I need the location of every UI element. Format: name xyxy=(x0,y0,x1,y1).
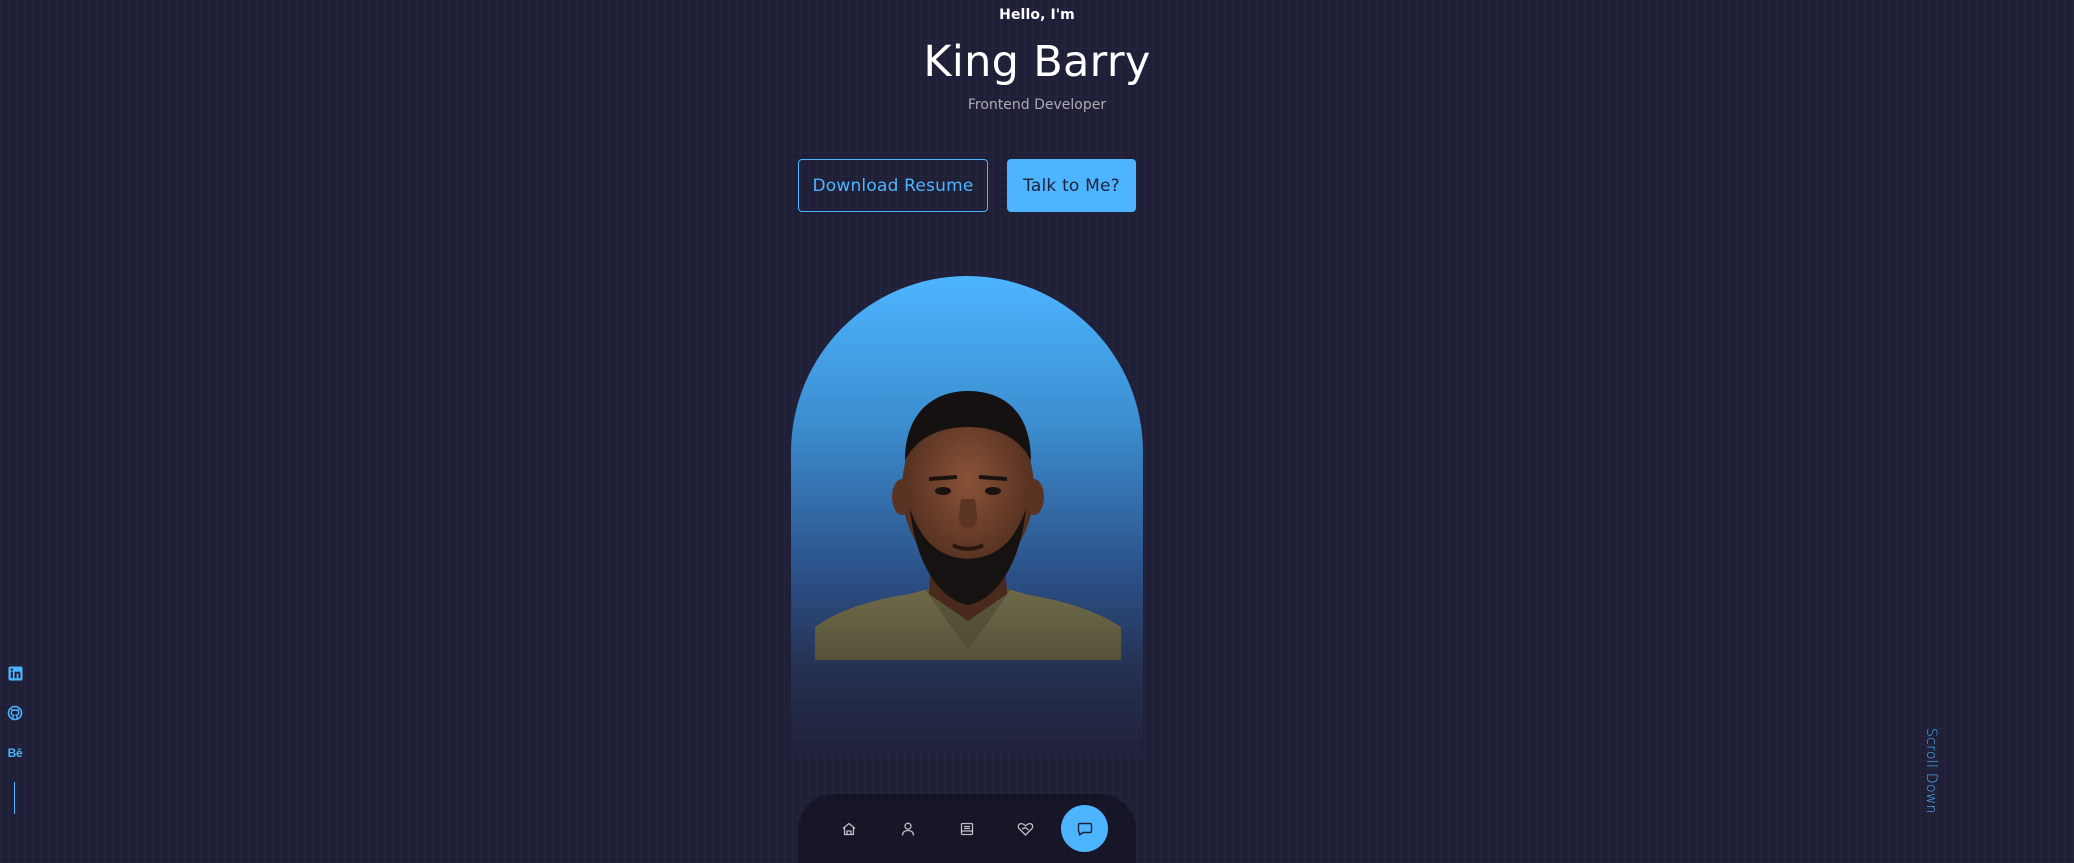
user-icon xyxy=(901,822,914,836)
download-resume-button[interactable]: Download Resume xyxy=(798,159,988,212)
github-icon xyxy=(7,705,23,721)
portrait-frame xyxy=(791,276,1143,762)
hero-name: King Barry xyxy=(923,37,1151,87)
linkedin-icon xyxy=(7,665,23,681)
hero-role: Frontend Developer xyxy=(967,97,1107,113)
greeting: Hello, I'm xyxy=(999,7,1075,23)
behance-icon: Bē xyxy=(7,746,23,760)
message-icon xyxy=(1077,822,1092,836)
nav-contact[interactable] xyxy=(1061,805,1108,852)
services-icon xyxy=(1017,822,1034,836)
linkedin-link[interactable] xyxy=(6,664,24,682)
book-icon xyxy=(960,822,973,835)
portrait-image xyxy=(815,391,1121,660)
github-link[interactable] xyxy=(6,704,24,722)
bottom-nav xyxy=(798,794,1136,863)
social-divider-line xyxy=(14,782,15,814)
nav-services[interactable] xyxy=(1002,805,1049,852)
scroll-down-link[interactable]: Scroll Down xyxy=(1923,728,1939,814)
nav-home[interactable] xyxy=(825,805,872,852)
behance-link[interactable]: Bē xyxy=(6,744,24,762)
nav-experience[interactable] xyxy=(943,805,990,852)
nav-about[interactable] xyxy=(884,805,931,852)
talk-to-me-button[interactable]: Talk to Me? xyxy=(1007,159,1136,212)
home-icon xyxy=(842,822,855,835)
